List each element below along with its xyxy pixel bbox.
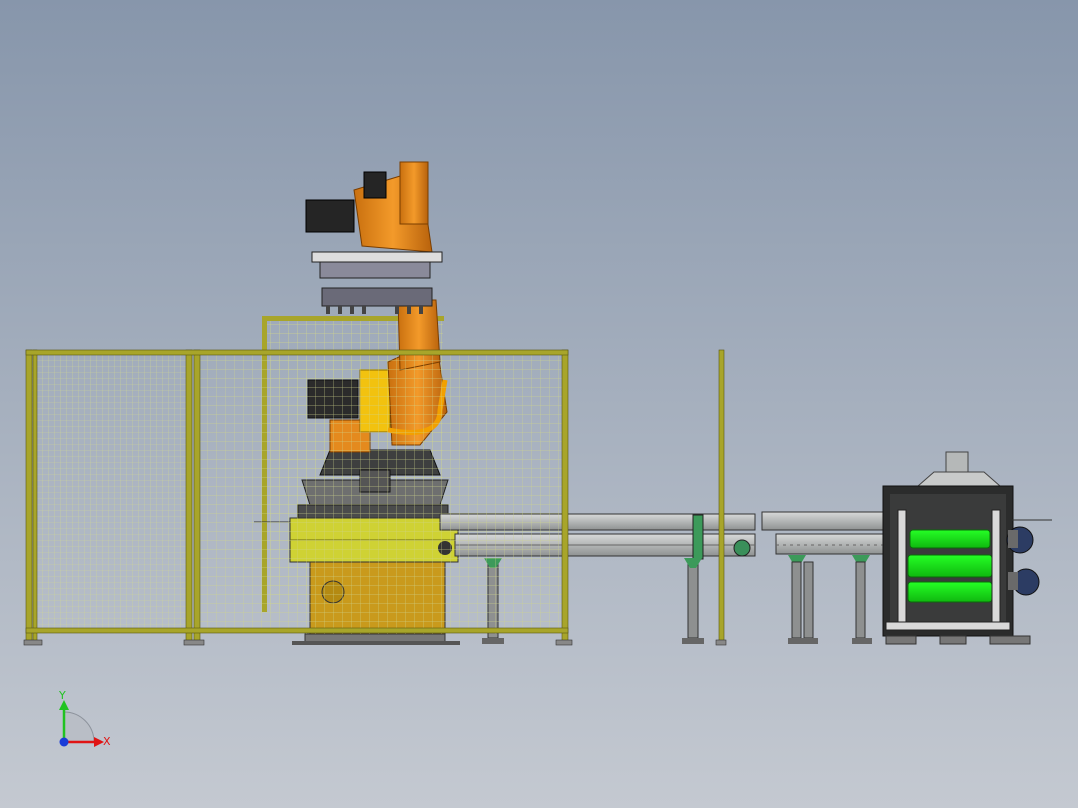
green-roller-unit: [907, 529, 993, 603]
safety-fence[interactable]: [23, 349, 727, 646]
assembly-drawing: Y X: [23, 161, 1052, 748]
x-axis-label: X: [103, 735, 111, 748]
conveyor-outfeed[interactable]: [761, 511, 888, 644]
y-axis-label: Y: [58, 689, 66, 702]
cad-viewport[interactable]: Y X: [0, 0, 1078, 808]
stretch-unit[interactable]: [882, 451, 1052, 645]
coordinate-triad: Y X: [58, 689, 111, 748]
gripper: [311, 251, 443, 314]
z-axis: [59, 737, 69, 747]
